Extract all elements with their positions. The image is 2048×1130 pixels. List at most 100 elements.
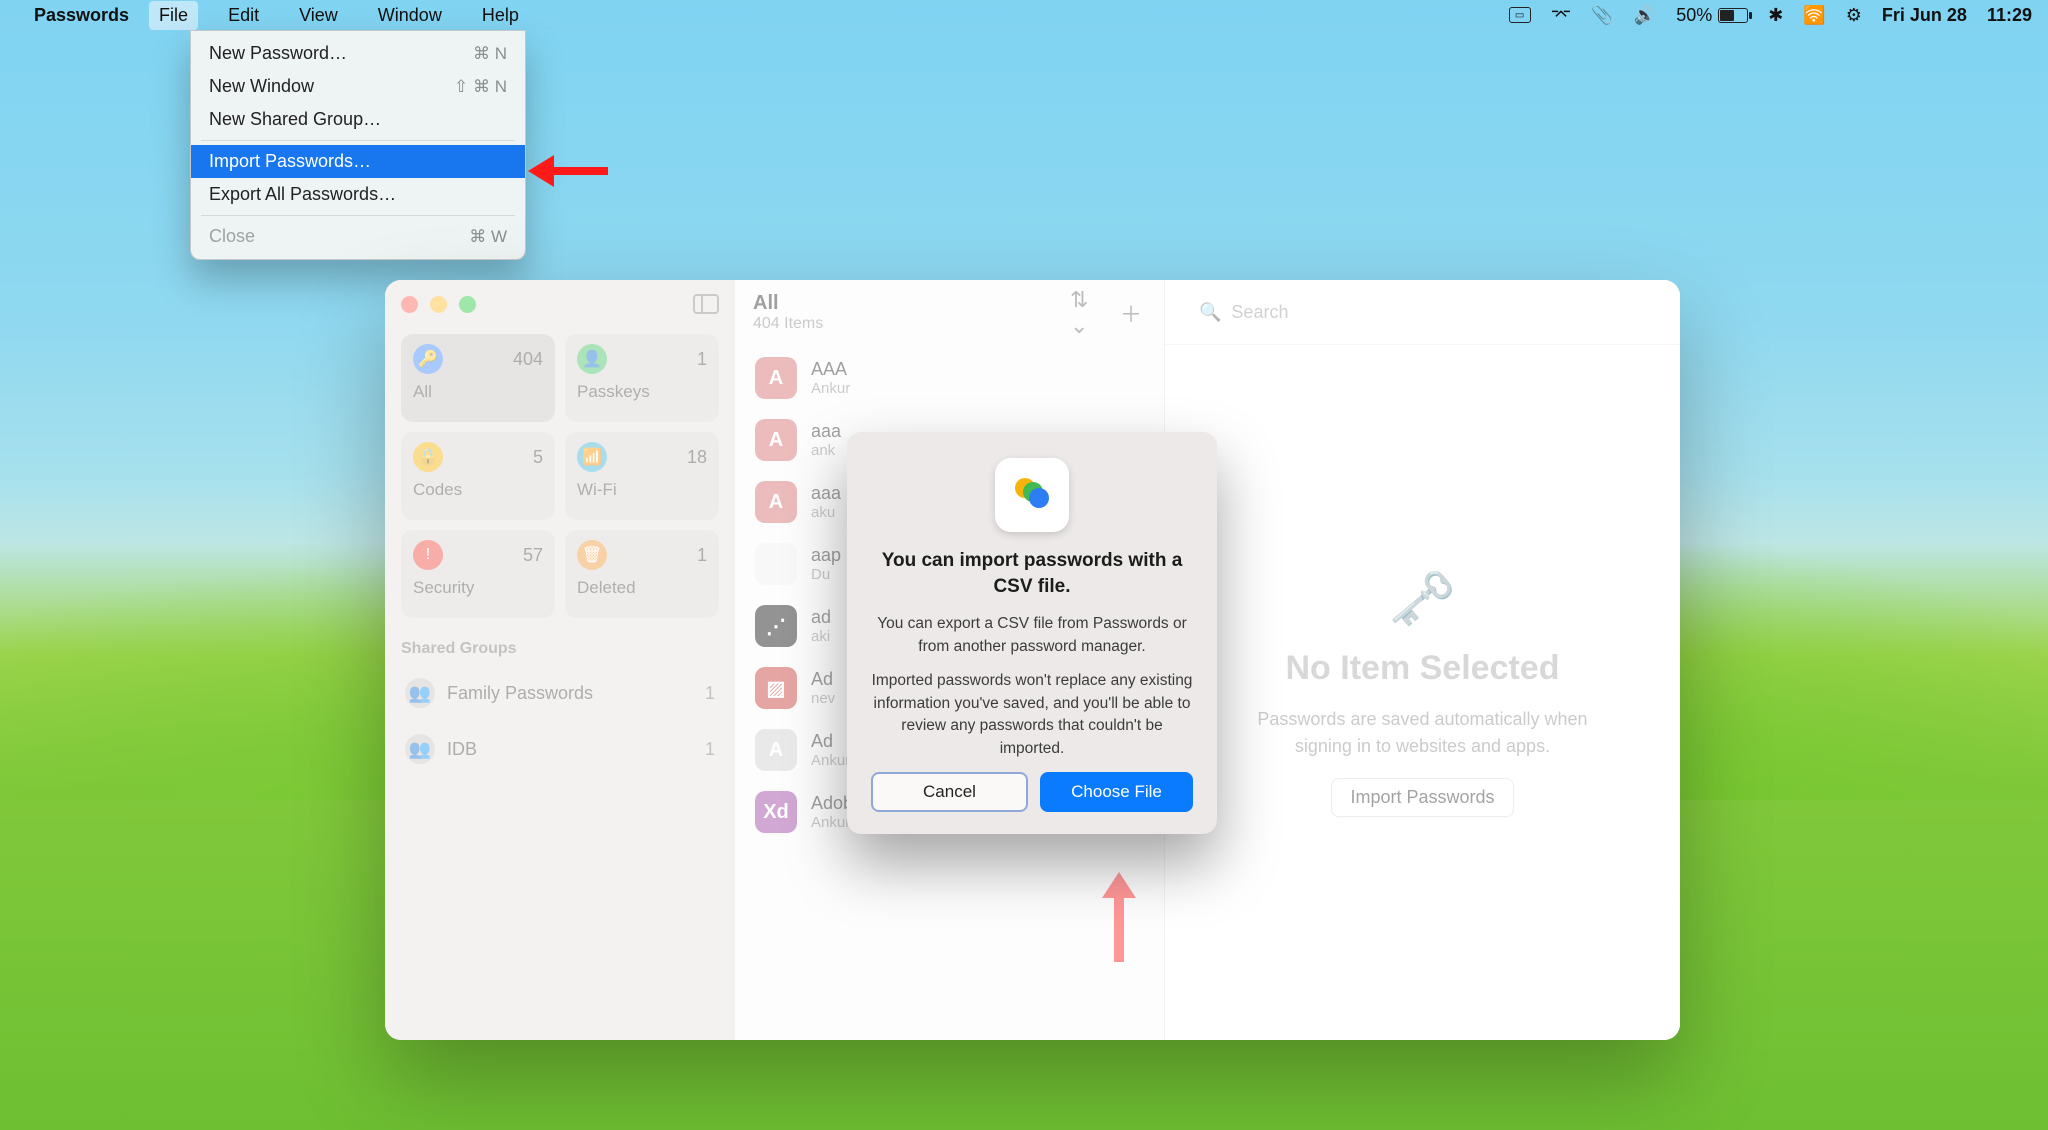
menu-file[interactable]: File (149, 1, 198, 30)
menu-help[interactable]: Help (472, 1, 529, 30)
wifi-icon[interactable]: 🛜 (1803, 5, 1825, 26)
group-count: 1 (705, 683, 715, 704)
window-controls (401, 294, 719, 314)
group-avatar-icon: 👥 (405, 734, 435, 764)
wifi-tile-icon: 📶 (577, 442, 607, 472)
list-title: All (753, 292, 1054, 315)
item-subtitle: Ankur (811, 380, 850, 397)
menu-item-close: Close⌘ W (191, 220, 525, 253)
bluetooth-icon[interactable]: ✱ (1768, 5, 1783, 26)
sidebar-tile-passkeys[interactable]: 👤1 Passkeys (565, 334, 719, 422)
item-subtitle: ank (811, 442, 841, 459)
sidebar-tile-all[interactable]: 🔑404 All (401, 334, 555, 422)
import-csv-dialog: You can import passwords with a CSV file… (847, 432, 1217, 834)
menu-item-new-shared-group[interactable]: New Shared Group… (191, 103, 525, 136)
group-avatar-icon: 👥 (405, 678, 435, 708)
sidebar-tile-security[interactable]: !57 Security (401, 530, 555, 618)
empty-description: Passwords are saved automatically when s… (1245, 706, 1600, 760)
attachment-icon[interactable]: 📎 (1591, 5, 1613, 26)
shared-groups-heading: Shared Groups (401, 640, 719, 658)
tile-label: All (413, 382, 543, 402)
menu-item-import-passwords[interactable]: Import Passwords… (191, 145, 525, 178)
sidebar-tiles: 🔑404 All 👤1 Passkeys 🔒5 Codes 📶18 Wi-Fi … (401, 334, 719, 618)
menu-window[interactable]: Window (368, 1, 452, 30)
annotation-arrow-import (528, 161, 608, 181)
alert-icon: ! (413, 540, 443, 570)
item-app-icon: Xd (755, 791, 797, 833)
group-label: IDB (447, 739, 477, 760)
menubar-date[interactable]: Fri Jun 28 (1882, 5, 1967, 26)
lock-icon: 🔒 (413, 442, 443, 472)
close-window-button[interactable] (401, 296, 418, 313)
add-password-button[interactable]: ＋ (1116, 298, 1146, 328)
sidebar: 🔑404 All 👤1 Passkeys 🔒5 Codes 📶18 Wi-Fi … (385, 280, 735, 1040)
group-label: Family Passwords (447, 683, 593, 704)
search-icon: 🔍 (1199, 302, 1221, 323)
group-count: 1 (705, 739, 715, 760)
menu-view[interactable]: View (289, 1, 348, 30)
control-center-icon[interactable]: ⚙︎ (1846, 5, 1862, 26)
battery-icon (1718, 8, 1748, 23)
dialog-paragraph-2: Imported passwords won't replace any exi… (871, 670, 1193, 760)
stage-manager-icon[interactable]: ▭ (1509, 7, 1531, 23)
tile-label: Passkeys (577, 382, 707, 402)
item-title: aaa (811, 421, 841, 442)
item-app-icon: A (755, 729, 797, 771)
sidebar-toggle-icon[interactable] (693, 294, 719, 314)
sort-button[interactable]: ⇅ ⌄ (1070, 298, 1100, 328)
sidebar-tile-deleted[interactable]: 🗑1 Deleted (565, 530, 719, 618)
shared-group-idb[interactable]: 👥 IDB 1 (401, 728, 719, 770)
menu-item-new-window[interactable]: New Window⇧ ⌘ N (191, 70, 525, 103)
menu-edit[interactable]: Edit (218, 1, 269, 30)
item-subtitle: Du (811, 566, 841, 583)
item-subtitle: nev (811, 690, 835, 707)
list-item[interactable]: A AAA Ankur (743, 347, 1156, 409)
volume-icon[interactable]: 🔊 (1634, 5, 1656, 26)
sidebar-tile-wifi[interactable]: 📶18 Wi-Fi (565, 432, 719, 520)
minimize-window-button[interactable] (430, 296, 447, 313)
key-icon: 🔑 (413, 344, 443, 374)
item-app-icon: A (755, 481, 797, 523)
app-name[interactable]: Passwords (34, 5, 129, 26)
sidebar-tile-codes[interactable]: 🔒5 Codes (401, 432, 555, 520)
item-app-icon: ⋰ (755, 605, 797, 647)
menu-item-export-all-passwords[interactable]: Export All Passwords… (191, 178, 525, 211)
keys-placeholder-icon: 🗝️ (1389, 568, 1456, 631)
item-app-icon: ▨ (755, 667, 797, 709)
item-title: AAA (811, 359, 850, 380)
item-app-icon: A (755, 357, 797, 399)
shared-group-family[interactable]: 👥 Family Passwords 1 (401, 672, 719, 714)
item-subtitle: aku (811, 504, 841, 521)
item-title: aaa (811, 483, 841, 504)
import-passwords-button[interactable]: Import Passwords (1331, 778, 1513, 817)
search-placeholder: Search (1231, 302, 1288, 323)
item-title: Ad (811, 669, 835, 690)
annotation-arrow-choose-file (1107, 872, 1131, 962)
item-title: aap (811, 545, 841, 566)
zoom-window-button[interactable] (459, 296, 476, 313)
battery-status[interactable]: 50% (1676, 5, 1748, 26)
passwords-app-icon (995, 458, 1069, 532)
choose-file-button[interactable]: Choose File (1040, 772, 1193, 812)
menu-item-new-password[interactable]: New Password…⌘ N (191, 37, 525, 70)
dialog-title: You can import passwords with a CSV file… (871, 548, 1193, 599)
battery-percent: 50% (1676, 5, 1712, 26)
tile-label: Security (413, 578, 543, 598)
item-title: ad (811, 607, 831, 628)
item-subtitle: aki (811, 628, 831, 645)
detail-pane: 🔍 Search 🗝️ No Item Selected Passwords a… (1165, 280, 1680, 1040)
menu-bar: Passwords File Edit View Window Help ▭ ⌤… (0, 0, 2048, 30)
search-field[interactable]: 🔍 Search (1187, 294, 1658, 330)
empty-title: No Item Selected (1286, 649, 1560, 688)
person-icon: 👤 (577, 344, 607, 374)
tile-label: Codes (413, 480, 543, 500)
tile-label: Wi-Fi (577, 480, 707, 500)
cancel-button[interactable]: Cancel (871, 772, 1028, 812)
item-app-icon (755, 543, 797, 585)
item-app-icon: A (755, 419, 797, 461)
menubar-time[interactable]: 11:29 (1987, 5, 2032, 26)
list-subtitle: 404 Items (753, 315, 1054, 333)
screen-mirroring-icon[interactable]: ⌤ (1551, 5, 1572, 26)
tile-label: Deleted (577, 578, 707, 598)
trash-icon: 🗑 (577, 540, 607, 570)
